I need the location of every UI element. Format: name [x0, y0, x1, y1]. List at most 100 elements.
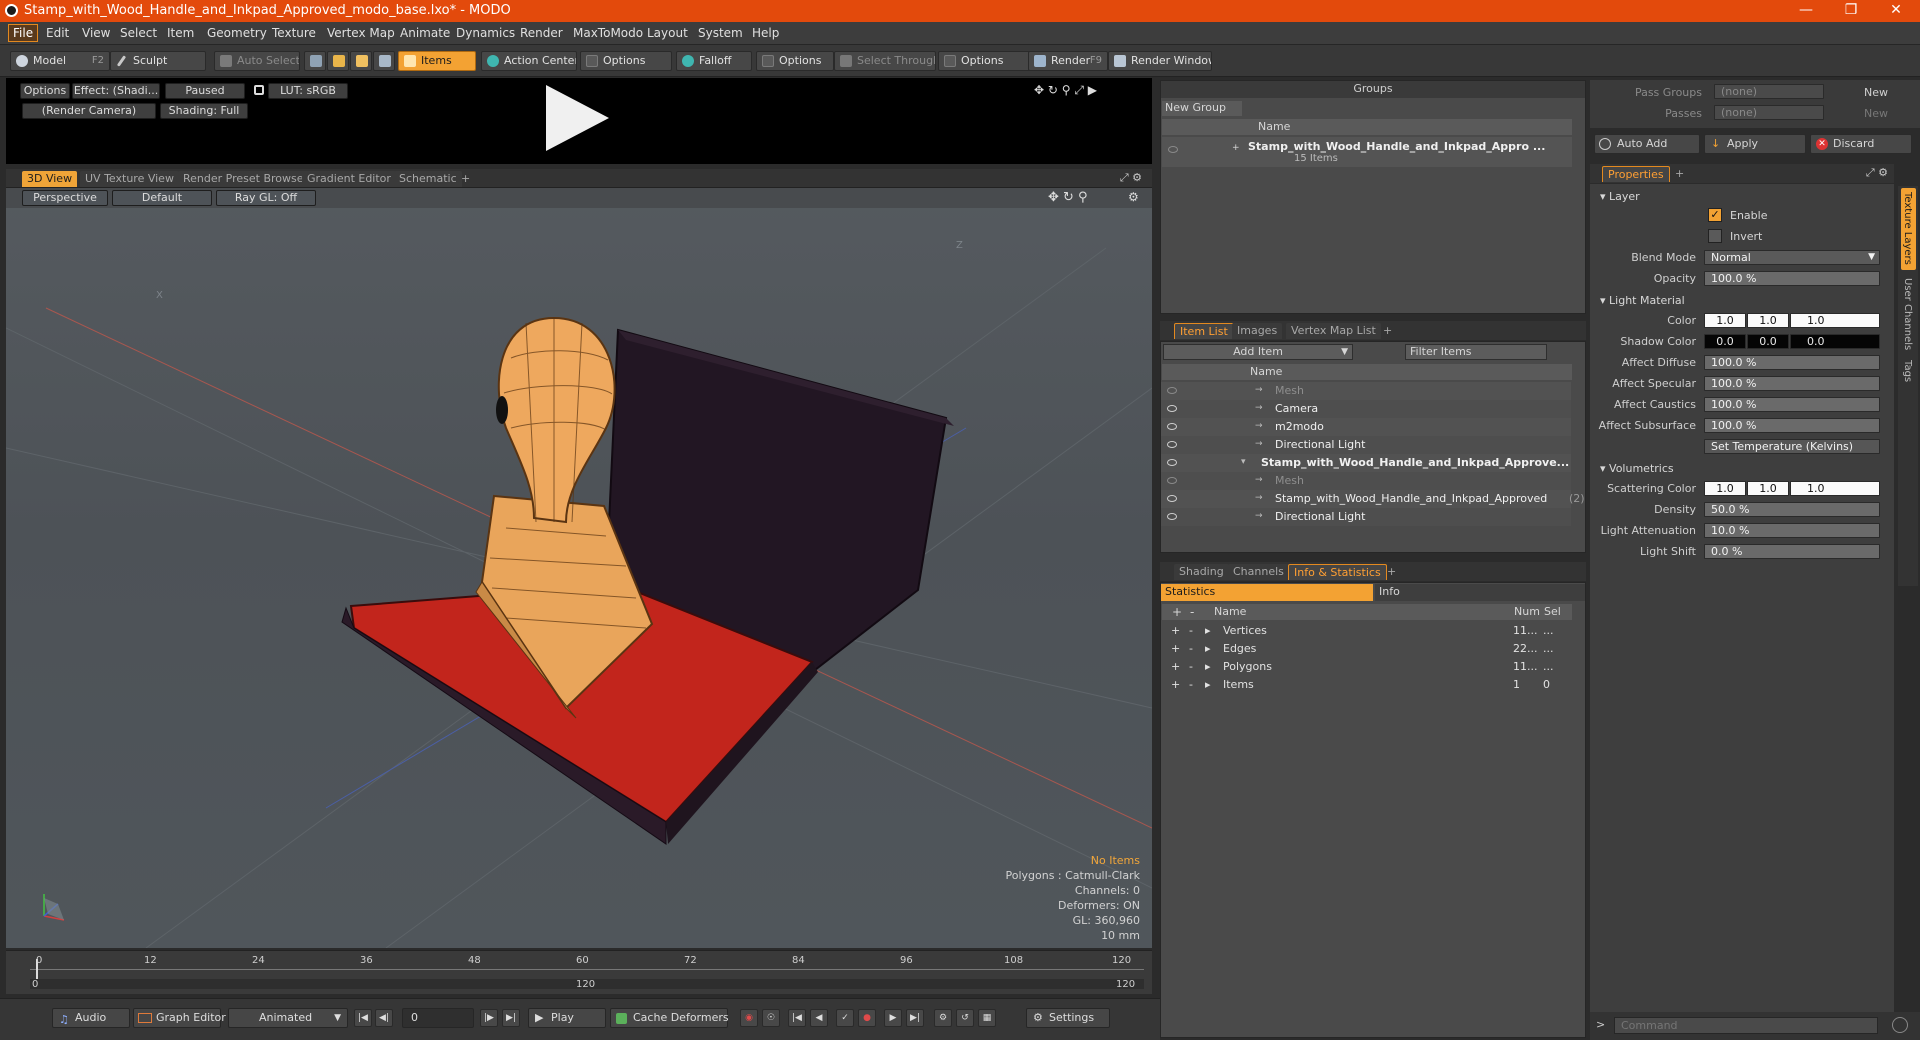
table-row[interactable]: + - ▸ Polygons 11......	[1161, 658, 1571, 676]
preview-effect-dropdown[interactable]: Effect: (Shadi...	[72, 83, 160, 99]
stat-expand-icon[interactable]: ▸	[1205, 658, 1211, 675]
list-item[interactable]: → Directional Light	[1161, 436, 1571, 454]
viewport-gear-icon[interactable]: ⚙	[1128, 190, 1139, 204]
falloff-options-button[interactable]: Options	[756, 51, 834, 71]
key-last-button[interactable]: ▶|	[906, 1009, 924, 1027]
filter-items-input[interactable]: Filter Items	[1405, 344, 1547, 360]
lut-dropdown[interactable]: LUT: sRGB	[268, 83, 348, 99]
light-attenuation-field[interactable]: 10.0 %	[1704, 523, 1880, 538]
tab-vertex-map-list[interactable]: Vertex Map List	[1286, 323, 1381, 339]
shadow-r-field[interactable]: 0.0	[1704, 334, 1746, 349]
menu-animate[interactable]: Animate	[400, 26, 450, 40]
jump-end-button[interactable]: ▶|	[502, 1009, 520, 1027]
play-button[interactable]: ▶ Play	[528, 1008, 606, 1028]
stat-minus-icon[interactable]: -	[1189, 676, 1193, 693]
expand-toggle-icon[interactable]: ▾	[1241, 454, 1246, 471]
menu-layout[interactable]: Layout	[647, 26, 688, 40]
apply-button[interactable]: ↓ Apply	[1704, 134, 1806, 154]
3d-viewport[interactable]	[6, 188, 1152, 948]
menu-maxtomodo[interactable]: MaxToModo	[573, 26, 643, 40]
add-list-tab-button[interactable]: +	[1378, 323, 1397, 339]
tab-schematic[interactable]: Schematic	[394, 171, 462, 187]
group-row[interactable]: + Stamp_with_Wood_Handle_and_Inkpad_Appr…	[1162, 137, 1572, 167]
shadow-b-field[interactable]: 0.0	[1790, 334, 1880, 349]
tab-properties[interactable]: Properties	[1602, 166, 1670, 182]
command-history-icon[interactable]	[1892, 1017, 1908, 1033]
tab-gradient-editor[interactable]: Gradient Editor	[302, 171, 396, 187]
close-icon[interactable]: ✕	[1873, 0, 1919, 22]
tab-3d-view[interactable]: 3D View	[22, 171, 78, 187]
tab-images[interactable]: Images	[1232, 323, 1283, 339]
passes-dropdown[interactable]: (none)	[1714, 105, 1824, 120]
action-center-options-button[interactable]: Options	[580, 51, 672, 71]
color-r-field[interactable]: 1.0	[1704, 313, 1746, 328]
stat-minus-icon[interactable]: -	[1189, 658, 1193, 675]
next-key-button[interactable]: |▶	[480, 1009, 498, 1027]
stat-expand-icon[interactable]: ▸	[1205, 640, 1211, 657]
opacity-field[interactable]: 100.0 %	[1704, 271, 1880, 286]
stat-minus-icon[interactable]: -	[1189, 640, 1193, 657]
key-next-button[interactable]: ▶	[884, 1009, 902, 1027]
affect-specular-field[interactable]: 100.0 %	[1704, 376, 1880, 391]
shading-dropdown[interactable]: Shading: Full	[160, 103, 248, 119]
hierarchy-arrow-icon[interactable]: →	[1255, 472, 1263, 489]
eye-icon[interactable]	[1167, 495, 1177, 502]
eye-icon[interactable]	[1168, 146, 1178, 153]
cache-deformers-button[interactable]: Cache Deformers	[610, 1008, 729, 1028]
invert-checkbox[interactable]	[1708, 229, 1722, 243]
render-button[interactable]: Render F9	[1028, 51, 1108, 71]
pass-groups-dropdown[interactable]: (none)	[1714, 84, 1824, 99]
properties-expand-icon[interactable]: ⤢ ⚙	[1866, 166, 1888, 180]
eye-icon[interactable]	[1167, 477, 1177, 484]
menu-render[interactable]: Render	[520, 26, 563, 40]
stat-plus-icon[interactable]: +	[1171, 658, 1180, 675]
enable-checkbox[interactable]: ✓	[1708, 208, 1722, 222]
blend-mode-dropdown[interactable]: Normal ▼	[1704, 250, 1880, 265]
select-through-button[interactable]: Select Through	[834, 51, 936, 71]
layer-section[interactable]: ▾ Layer	[1600, 190, 1640, 203]
hierarchy-arrow-icon[interactable]: →	[1255, 382, 1263, 399]
volumetrics-section[interactable]: ▾ Volumetrics	[1600, 462, 1674, 475]
settings-button[interactable]: ⚙ Settings	[1026, 1008, 1110, 1028]
affect-caustics-field[interactable]: 100.0 %	[1704, 397, 1880, 412]
tab-render-preset-browser[interactable]: Render Preset Browser	[178, 171, 314, 187]
viewport-nav-icons[interactable]: ✥ ↻ ⚲	[1048, 190, 1088, 205]
info-subtab[interactable]: Info	[1375, 584, 1585, 601]
hierarchy-arrow-icon[interactable]: →	[1255, 400, 1263, 417]
viewport-expand-icon[interactable]: ⤢ ⚙	[1120, 171, 1142, 185]
stat-expand-icon[interactable]: ▸	[1205, 622, 1211, 639]
animated-dropdown[interactable]: Animated ▼	[228, 1008, 348, 1028]
table-row[interactable]: + - ▸ Vertices 11......	[1161, 622, 1571, 640]
menu-vertex-map[interactable]: Vertex Map	[327, 26, 395, 40]
discard-button[interactable]: ✕ Discard	[1810, 134, 1912, 154]
add-stats-tab-button[interactable]: +	[1382, 564, 1401, 580]
stat-minus-icon[interactable]: -	[1189, 622, 1193, 639]
stat-expand-icon[interactable]: ▸	[1205, 676, 1211, 693]
add-properties-tab-button[interactable]: +	[1670, 166, 1689, 182]
list-item[interactable]: → Mesh	[1161, 472, 1571, 490]
list-item[interactable]: → Camera	[1161, 400, 1571, 418]
menu-select[interactable]: Select	[120, 26, 157, 40]
auto-key-button[interactable]: ☉	[762, 1009, 780, 1027]
vertices-mode-button[interactable]	[304, 51, 326, 71]
lock-icon[interactable]	[254, 85, 264, 95]
list-item[interactable]: → Mesh	[1161, 382, 1571, 400]
bake-button[interactable]: ⚙	[934, 1009, 952, 1027]
auto-select-button[interactable]: Auto Select	[214, 51, 300, 71]
hierarchy-arrow-icon[interactable]: →	[1255, 436, 1263, 453]
prev-key-button[interactable]: ◀|	[375, 1009, 393, 1027]
perspective-dropdown[interactable]: Perspective	[22, 190, 108, 206]
menu-geometry[interactable]: Geometry	[207, 26, 267, 40]
record-key-button[interactable]: ◉	[740, 1009, 758, 1027]
key-record-button[interactable]: ●	[858, 1009, 876, 1027]
table-row[interactable]: + - ▸ Edges 22......	[1161, 640, 1571, 658]
timeline[interactable]: 0 12 24 36 48 60 72 84 96 108 120 0 120 …	[6, 950, 1152, 994]
sculpt-button[interactable]: Sculpt	[110, 51, 206, 71]
edges-mode-button[interactable]	[327, 51, 349, 71]
expand-plus-icon[interactable]: +	[1232, 143, 1240, 153]
menu-view[interactable]: View	[82, 26, 110, 40]
preview-nav-icons[interactable]: ✥ ↻ ⚲ ⤢ ▶	[1034, 83, 1097, 98]
new-group-button[interactable]: New Group	[1162, 101, 1242, 116]
play-icon[interactable]	[546, 85, 609, 151]
list-item[interactable]: → Directional Light	[1161, 508, 1571, 526]
